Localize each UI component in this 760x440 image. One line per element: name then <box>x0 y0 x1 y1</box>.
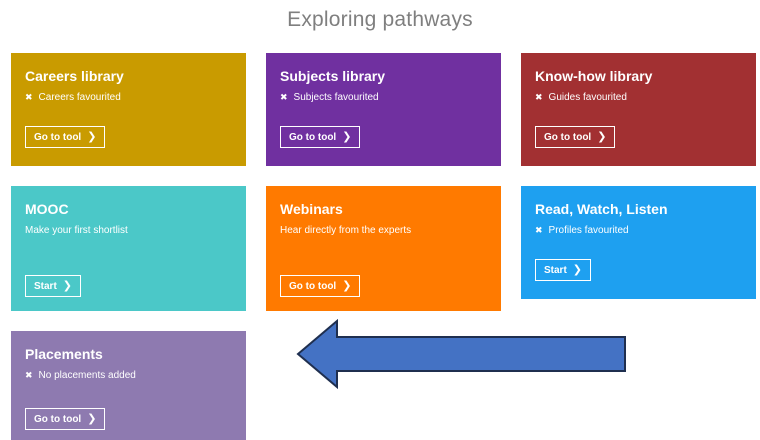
button-label: Go to tool <box>289 131 337 143</box>
page-title: Exploring pathways <box>287 8 473 31</box>
button-label: Start <box>34 280 57 292</box>
tile-status: ✖ Guides favourited <box>535 91 742 104</box>
tile-status: ✖ Profiles favourited <box>535 224 742 237</box>
button-label: Go to tool <box>544 131 592 143</box>
go-to-tool-button[interactable]: Go to tool ❯ <box>535 126 616 148</box>
tile-title: Read, Watch, Listen <box>535 201 668 217</box>
tile-status-text: Profiles favourited <box>548 225 629 236</box>
arrow-shape <box>296 319 626 389</box>
chevron-right-icon: ❯ <box>87 130 97 143</box>
go-to-tool-button[interactable]: Go to tool ❯ <box>25 408 106 430</box>
close-icon: ✖ <box>280 92 288 102</box>
go-to-tool-button[interactable]: Go to tool ❯ <box>25 126 106 148</box>
tile-description: Hear directly from the experts <box>280 224 487 237</box>
go-to-tool-button[interactable]: Go to tool ❯ <box>280 275 361 297</box>
button-label: Go to tool <box>34 131 82 143</box>
close-icon: ✖ <box>535 92 543 102</box>
start-button[interactable]: Start ❯ <box>25 275 82 297</box>
tile-status: ✖ Careers favourited <box>25 91 232 104</box>
tile-status-text: No placements added <box>38 370 136 381</box>
chevron-right-icon: ❯ <box>342 130 352 143</box>
tile-title: Careers library <box>25 68 124 84</box>
chevron-right-icon: ❯ <box>62 279 73 292</box>
chevron-right-icon: ❯ <box>597 130 607 143</box>
arrow-left-annotation <box>296 319 626 389</box>
tile-title: Subjects library <box>280 68 386 84</box>
tile-description: Make your first shortlist <box>25 224 232 237</box>
button-label: Start <box>544 264 567 276</box>
tile-status-text: Careers favourited <box>38 92 121 103</box>
tile-title: Placements <box>25 346 103 362</box>
tile-title: Know-how library <box>535 68 653 84</box>
button-label: Go to tool <box>34 413 82 425</box>
button-label: Go to tool <box>289 280 337 292</box>
close-icon: ✖ <box>25 92 33 102</box>
tile-careers-library: Careers library ✖ Careers favourited Go … <box>11 53 246 166</box>
close-icon: ✖ <box>535 225 543 235</box>
tile-know-how-library: Know-how library ✖ Guides favourited Go … <box>521 53 756 166</box>
close-icon: ✖ <box>25 370 33 380</box>
tile-title: MOOC <box>25 201 69 217</box>
tile-status-text: Subjects favourited <box>293 92 379 103</box>
chevron-right-icon: ❯ <box>87 412 97 425</box>
tile-description-text: Make your first shortlist <box>25 225 128 236</box>
tile-status: ✖ No placements added <box>25 369 232 382</box>
tile-status: ✖ Subjects favourited <box>280 91 487 104</box>
chevron-right-icon: ❯ <box>342 279 352 292</box>
tile-read-watch-listen: Read, Watch, Listen ✖ Profiles favourite… <box>521 186 756 299</box>
tile-subjects-library: Subjects library ✖ Subjects favourited G… <box>266 53 501 166</box>
tile-title: Webinars <box>280 201 343 217</box>
tile-status-text: Guides favourited <box>548 92 627 103</box>
tile-mooc: MOOC Make your first shortlist Start ❯ <box>11 186 246 311</box>
tile-placements: Placements ✖ No placements added Go to t… <box>11 331 246 440</box>
tile-description-text: Hear directly from the experts <box>280 225 412 236</box>
chevron-right-icon: ❯ <box>572 263 583 276</box>
tile-webinars: Webinars Hear directly from the experts … <box>266 186 501 311</box>
go-to-tool-button[interactable]: Go to tool ❯ <box>280 126 361 148</box>
start-button[interactable]: Start ❯ <box>535 259 592 281</box>
